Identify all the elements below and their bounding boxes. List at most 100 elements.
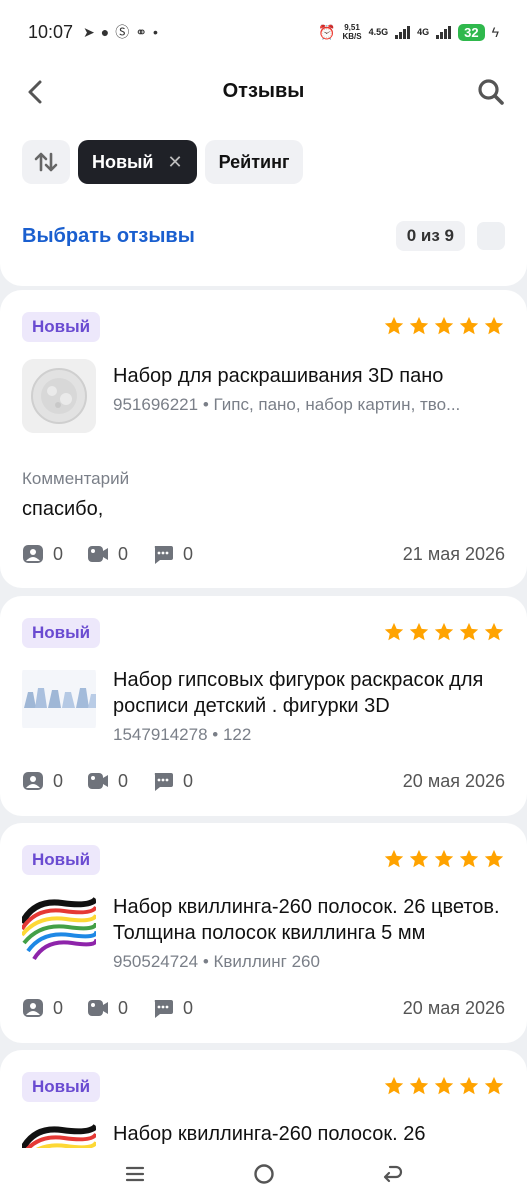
- rating-stars: [383, 621, 505, 643]
- reply-count: 0: [152, 770, 193, 792]
- more-dot-icon: •: [152, 24, 158, 40]
- product-meta: 950524724 • Квиллинг 260: [113, 952, 320, 971]
- selection-counter: 0 из 9: [395, 221, 465, 251]
- reply-count: 0: [152, 543, 193, 565]
- video-count: 0: [87, 997, 128, 1019]
- signal-label-1: 4.5G: [368, 26, 389, 37]
- reply-count-value: 0: [183, 543, 194, 564]
- review-date: 20 мая 2026: [402, 771, 505, 791]
- search-button[interactable]: [475, 76, 507, 108]
- reply-count-value: 0: [183, 997, 194, 1018]
- selection-row: Выбрать отзывы 0 из 9: [22, 220, 505, 252]
- filter-chips: Новый ✕ Рейтинг: [22, 140, 304, 184]
- top-app-bar: Отзывы: [0, 64, 527, 120]
- review-date: 20 мая 2026: [402, 998, 505, 1018]
- photo-count: 0: [22, 997, 63, 1019]
- network-speed-unit: KB/S: [342, 32, 362, 41]
- rating-stars: [383, 315, 505, 337]
- photo-icon: [23, 545, 43, 563]
- rating-stars: [383, 848, 505, 870]
- star-icon: [384, 316, 404, 335]
- close-icon[interactable]: ✕: [168, 152, 183, 173]
- comment-icon: [154, 1000, 174, 1018]
- status-badge: Новый: [22, 1072, 101, 1102]
- review-card[interactable]: Новый Набор гипсовых фигурок раскрасок д…: [0, 596, 527, 816]
- review-card[interactable]: Новый Набор квиллинга-260 полосок. 26 цв…: [0, 823, 527, 1043]
- home-button[interactable]: [250, 1160, 278, 1188]
- product-title[interactable]: Набор квиллинга-260 полосок. 26 цветов. …: [113, 894, 505, 946]
- photo-count-value: 0: [53, 997, 64, 1018]
- star-icon: [459, 622, 479, 641]
- star-icon: [409, 1076, 429, 1095]
- star-icon: [459, 1076, 479, 1095]
- star-icon: [384, 622, 404, 641]
- video-count: 0: [87, 543, 128, 565]
- star-icon: [484, 622, 504, 641]
- video-icon: [88, 1000, 109, 1016]
- photo-icon: [23, 772, 43, 790]
- signal-bars-icon: [436, 25, 452, 39]
- star-icon: [409, 849, 429, 868]
- select-reviews-link[interactable]: Выбрать отзывы: [22, 225, 195, 248]
- sort-arrows-icon: [34, 152, 58, 172]
- network-speed-value: 9,51: [344, 23, 360, 32]
- status-badge: Новый: [22, 845, 101, 875]
- product-title[interactable]: Набор квиллинга-260 полосок. 26: [113, 1121, 505, 1147]
- network-speed: 9,51 KB/S: [342, 23, 361, 41]
- filter-chip-new-label: Новый: [92, 151, 154, 172]
- review-stats: 0 0 0: [22, 770, 217, 792]
- video-icon: [88, 546, 109, 562]
- photo-count-value: 0: [53, 770, 64, 791]
- review-stats: 0 0 0: [22, 543, 217, 565]
- link-icon: ⚭: [135, 23, 147, 40]
- rating-stars: [383, 1075, 505, 1097]
- system-nav-bar: [0, 1148, 527, 1200]
- star-icon: [434, 1076, 454, 1095]
- home-circle-icon: [253, 1164, 274, 1184]
- photo-count: 0: [22, 543, 63, 565]
- signal-label-2: 4G: [417, 26, 430, 37]
- photo-count-value: 0: [53, 543, 64, 564]
- comment-icon: [154, 773, 174, 791]
- product-title[interactable]: Набор гипсовых фигурок раскрасок для рос…: [113, 667, 505, 719]
- star-icon: [434, 622, 454, 641]
- alarm-icon: ⏰: [318, 23, 336, 40]
- sort-button[interactable]: [22, 140, 70, 184]
- search-icon: [478, 79, 504, 105]
- signal-bars-icon: [395, 25, 411, 39]
- star-icon: [384, 1076, 404, 1095]
- star-icon: [459, 316, 479, 335]
- product-image: [22, 662, 96, 736]
- product-title[interactable]: Набор для раскрашивания 3D пано: [113, 363, 505, 389]
- video-count: 0: [87, 770, 128, 792]
- photo-count: 0: [22, 770, 63, 792]
- star-icon: [409, 316, 429, 335]
- filter-chip-new[interactable]: Новый ✕: [78, 140, 197, 184]
- video-count-value: 0: [118, 997, 129, 1018]
- header-card: Отзывы Новый ✕ Рейтинг Выбрать отзывы 0 …: [0, 64, 527, 286]
- back-nav-button[interactable]: [379, 1160, 407, 1188]
- star-icon: [484, 316, 504, 335]
- review-card[interactable]: Новый Набор для раскрашивания 3D пано 95…: [0, 290, 527, 588]
- status-time: 10:07: [28, 21, 74, 42]
- star-icon: [459, 849, 479, 868]
- star-icon: [484, 849, 504, 868]
- star-icon: [434, 316, 454, 335]
- comment-label: Комментарий: [22, 469, 130, 488]
- select-all-checkbox[interactable]: [477, 222, 505, 250]
- product-image: [22, 359, 96, 433]
- menu-lines-icon: [125, 1166, 144, 1182]
- star-icon: [384, 849, 404, 868]
- reply-count-value: 0: [183, 770, 194, 791]
- video-icon: [88, 773, 109, 789]
- filter-chip-rating[interactable]: Рейтинг: [204, 140, 304, 184]
- product-meta: 1547914278 • 122: [113, 725, 252, 744]
- photo-icon: [23, 999, 43, 1017]
- comment-icon: [154, 546, 174, 564]
- recent-apps-button[interactable]: [121, 1160, 149, 1188]
- back-arrow-icon: [383, 1165, 402, 1183]
- page-title: Отзывы: [222, 80, 305, 102]
- app-s-icon: Ⓢ: [115, 24, 130, 40]
- video-count-value: 0: [118, 770, 129, 791]
- battery-level: 32: [458, 23, 485, 41]
